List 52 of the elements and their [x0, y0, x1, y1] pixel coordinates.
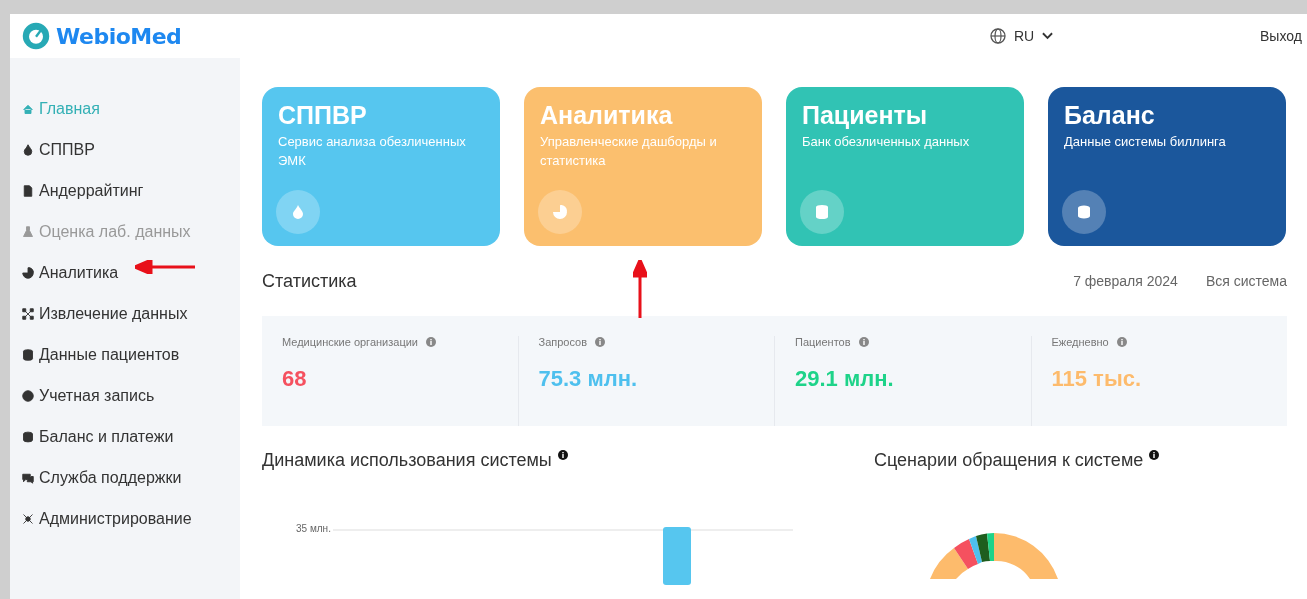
card-subtitle: Управленческие дашборды и статистика [540, 133, 718, 170]
card-title: Баланс [1064, 101, 1156, 130]
sidebar-item[interactable]: Андеррайтинг [10, 170, 240, 211]
metric-value: 75.3 млн. [538, 366, 639, 392]
axis-label: 35 млн. [296, 523, 331, 534]
card-title: Аналитика [540, 101, 674, 130]
metric-value: 68 [282, 366, 308, 392]
metric-label: Запросов [538, 336, 588, 348]
section-title: Статистика [262, 270, 357, 292]
sidebar-item[interactable]: Служба поддержки [10, 457, 240, 498]
card-subtitle: Данные системы биллинга [1064, 133, 1227, 151]
card-subtitle: Сервис анализа обезличенных ЭМК [278, 133, 467, 170]
pie-chart-icon [22, 266, 34, 279]
card-subtitle: Банк обезличенных данных [802, 133, 971, 151]
annotation-arrow [633, 260, 647, 318]
sidebar-item[interactable]: Баланс и платежи [10, 416, 240, 457]
metric-label: Медицинские организации [282, 336, 418, 348]
network-icon [22, 307, 34, 320]
card-title: Пациенты [802, 101, 929, 130]
chat-icon [22, 471, 34, 484]
service-card[interactable]: Баланс Данные системы биллинга [1048, 87, 1286, 246]
globe-icon[interactable] [990, 28, 1006, 44]
metric-label: Ежедневно [1051, 336, 1109, 348]
metric-value: 29.1 млн. [795, 366, 895, 392]
sidebar-item[interactable]: Аналитика [10, 252, 240, 293]
document-icon [22, 184, 34, 197]
home-icon [22, 102, 34, 115]
logo-icon [22, 22, 50, 50]
metric-label: Пациентов [795, 336, 851, 348]
flask-icon [22, 225, 34, 238]
pie-chart-icon [552, 204, 568, 220]
info-icon[interactable] [557, 450, 568, 460]
info-icon[interactable] [1149, 450, 1160, 460]
database-icon [22, 348, 34, 361]
chevron-down-icon[interactable] [1042, 32, 1054, 40]
card-title: СППВР [278, 101, 368, 130]
sidebar-item[interactable]: СППВР [10, 129, 240, 170]
logout-link[interactable]: Выход [1260, 28, 1302, 44]
date-label[interactable]: 7 февраля 2024 [1073, 273, 1178, 289]
sidebar-item[interactable]: Учетная запись [10, 375, 240, 416]
sidebar-item[interactable]: Данные пациентов [10, 334, 240, 375]
chart-title: Сценарии обращения к системе [874, 450, 1144, 471]
logo-text: WebioMed [56, 23, 182, 49]
sidebar-item[interactable]: Извлечение данных [10, 293, 240, 334]
annotation-arrow [135, 260, 195, 274]
tools-icon [22, 512, 34, 525]
sidebar-item[interactable]: Администрирование [10, 498, 240, 539]
metric-value: 115 тыс. [1051, 366, 1142, 392]
database-icon [814, 204, 830, 220]
language-selector[interactable]: RU [1014, 28, 1035, 44]
scope-label[interactable]: Вся система [1205, 273, 1287, 289]
chart-title: Динамика использования системы [262, 450, 552, 471]
